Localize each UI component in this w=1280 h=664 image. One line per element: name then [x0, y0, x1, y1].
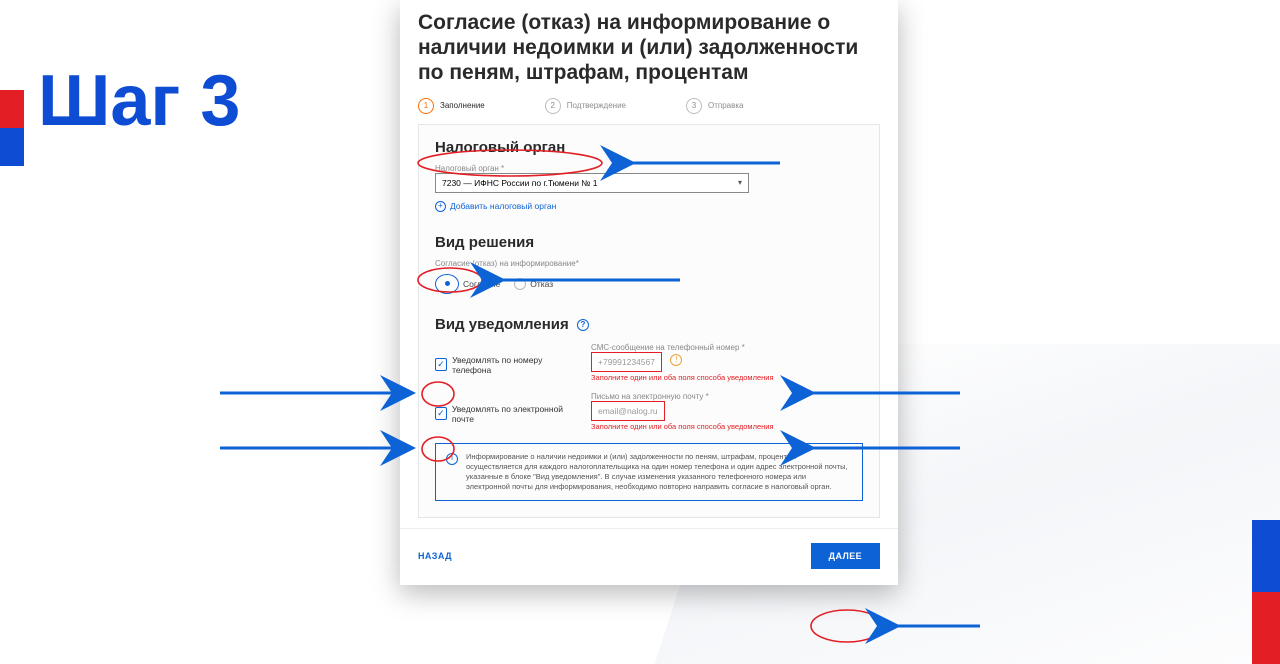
step-confirm: 2 Подтверждение	[545, 98, 626, 114]
email-input[interactable]: email@nalog.ru	[591, 401, 665, 421]
section-notification-title: Вид уведомления ?	[435, 316, 863, 333]
step-label: Подтверждение	[567, 101, 626, 110]
tax-authority-value: 7230 — ИФНС России по г.Тюмени № 1	[442, 178, 598, 188]
form-window: Согласие (отказ) на информирование о нал…	[400, 0, 898, 585]
radio-consent-label: Согласие	[463, 279, 500, 289]
phone-checkbox[interactable]: ✓ Уведомлять по номеру телефона	[435, 343, 573, 375]
notification-email-row: ✓ Уведомлять по электронной почте Письмо…	[435, 392, 863, 431]
decision-radio-group: Согласие Отказ	[435, 274, 863, 294]
page-title: Согласие (отказ) на информирование о нал…	[418, 0, 880, 96]
add-link-label: Добавить налоговый орган	[450, 201, 556, 211]
back-button[interactable]: НАЗАД	[418, 551, 452, 561]
radio-refuse[interactable]: Отказ	[514, 274, 553, 294]
plus-icon: +	[435, 201, 446, 212]
radio-icon	[435, 274, 459, 294]
email-field-label: Письмо на электронную почту *	[591, 392, 863, 401]
radio-consent[interactable]: Согласие	[435, 274, 500, 294]
email-checkbox-label: Уведомлять по электронной почте	[452, 404, 573, 424]
step-number: 2	[545, 98, 561, 114]
info-box: i Информирование о наличии недоимки и (и…	[435, 443, 863, 502]
info-text: Информирование о наличии недоимки и (или…	[466, 452, 852, 493]
footer-bar: НАЗАД ДАЛЕЕ	[400, 528, 898, 585]
help-icon[interactable]: ?	[577, 319, 589, 331]
chevron-down-icon: ▾	[738, 178, 742, 187]
phone-field-label: СМС-сообщение на телефонный номер *	[591, 343, 863, 352]
tax-authority-label: Налоговый орган *	[435, 164, 863, 173]
phone-error: Заполните один или оба поля способа увед…	[591, 373, 863, 382]
next-button[interactable]: ДАЛЕЕ	[811, 543, 880, 569]
tax-authority-select[interactable]: 7230 — ИФНС России по г.Тюмени № 1 ▾	[435, 173, 749, 193]
email-checkbox[interactable]: ✓ Уведомлять по электронной почте	[435, 392, 573, 424]
stepper: 1 Заполнение 2 Подтверждение 3 Отправка	[418, 96, 880, 124]
step-fill: 1 Заполнение	[418, 98, 485, 114]
slide-stripe-left	[0, 128, 24, 166]
add-tax-authority-link[interactable]: + Добавить налоговый орган	[435, 201, 863, 212]
warning-icon: !	[670, 354, 682, 366]
notification-phone-row: ✓ Уведомлять по номеру телефона СМС-сооб…	[435, 343, 863, 382]
radio-icon	[514, 278, 526, 290]
slide-step-title: Шаг 3	[38, 60, 240, 142]
radio-refuse-label: Отказ	[530, 279, 553, 289]
form-panel: Налоговый орган Налоговый орган * 7230 —…	[418, 124, 880, 519]
step-send: 3 Отправка	[686, 98, 744, 114]
checkbox-icon: ✓	[435, 358, 447, 371]
info-icon: i	[446, 453, 458, 465]
step-number: 3	[686, 98, 702, 114]
email-error: Заполните один или оба поля способа увед…	[591, 422, 863, 431]
step-label: Отправка	[708, 101, 744, 110]
checkbox-icon: ✓	[435, 407, 447, 420]
section-tax-authority-title: Налоговый орган	[435, 139, 863, 156]
step-number: 1	[418, 98, 434, 114]
phone-input[interactable]: +79991234567	[591, 352, 662, 372]
decision-label: Согласие (отказ) на информирование*	[435, 259, 863, 268]
slide-stripe-right	[1252, 592, 1280, 664]
step-label: Заполнение	[440, 101, 485, 110]
phone-checkbox-label: Уведомлять по номеру телефона	[452, 355, 573, 375]
section-decision-title: Вид решения	[435, 234, 863, 251]
